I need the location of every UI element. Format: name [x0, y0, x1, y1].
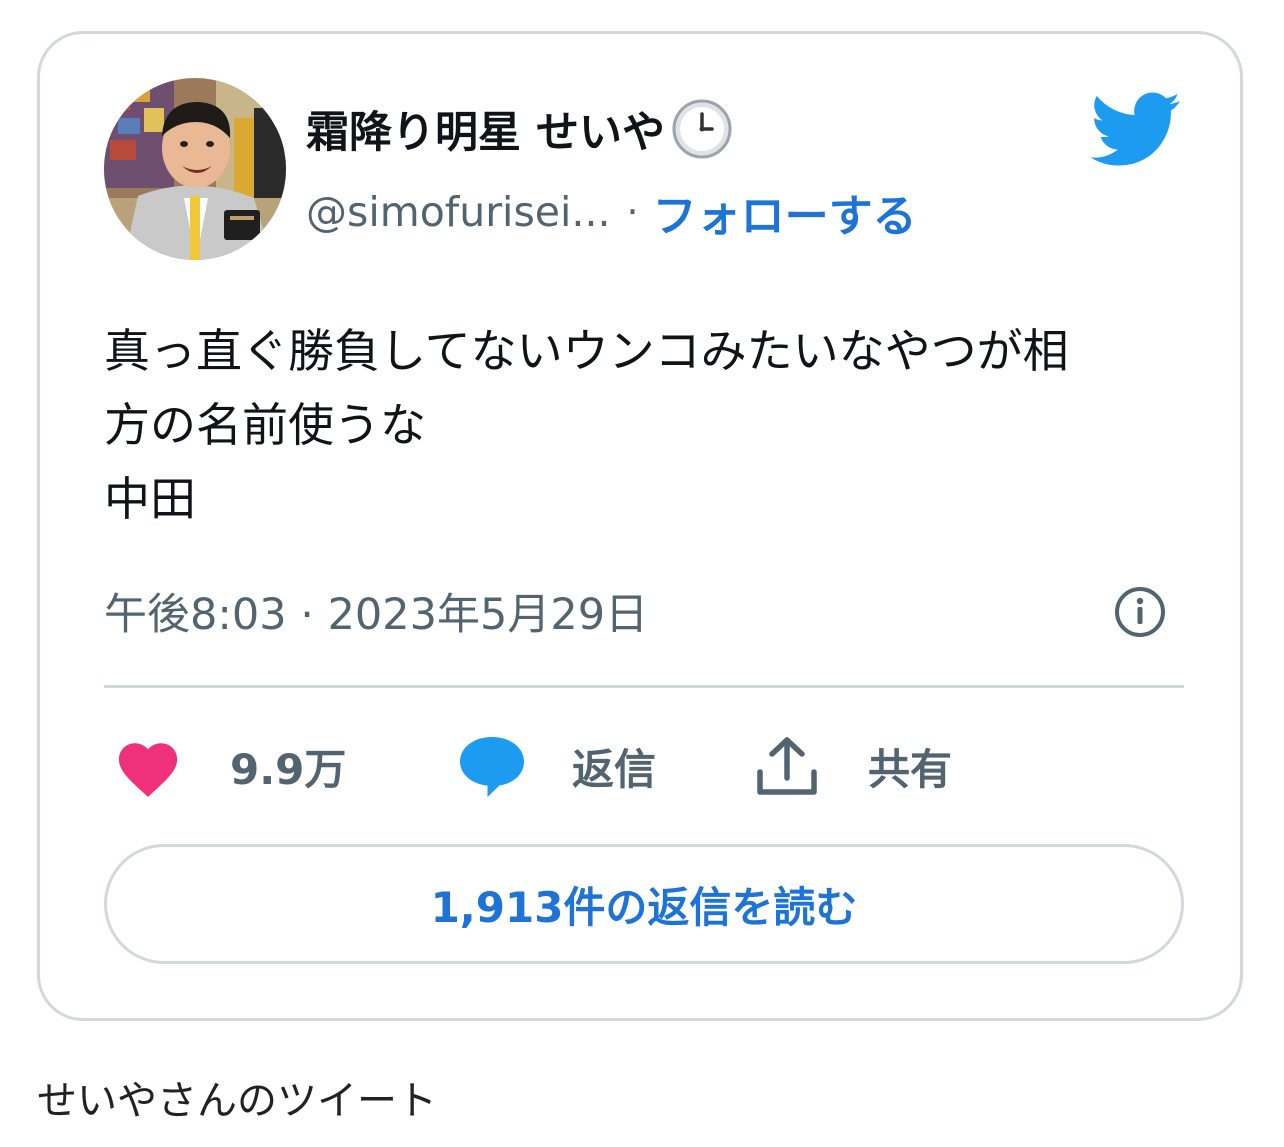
- share-label: 共有: [868, 744, 953, 794]
- tweet-text-line: 中田: [104, 472, 196, 526]
- tweet-text-line: 真っ直ぐ勝負してないウンコみたいなやつが相: [104, 324, 1069, 378]
- share-button[interactable]: 共有: [754, 730, 952, 802]
- info-icon[interactable]: [1112, 584, 1168, 640]
- avatar[interactable]: [104, 78, 286, 260]
- author-name-row: 霜降り明星 せいや: [306, 94, 733, 164]
- speech-bubble-icon: [460, 737, 524, 797]
- heart-icon: [118, 743, 178, 797]
- like-count: 9.9万: [230, 744, 347, 794]
- caption-text: せいやさんのツイート: [37, 1078, 437, 1124]
- like-button[interactable]: 9.9万: [112, 730, 346, 802]
- separator-dot: ·: [626, 190, 639, 234]
- tweet-card: 霜降り明星 せいや @simofurisei... · フォローする 真っ直ぐ勝…: [37, 31, 1243, 1021]
- share-upload-icon: [757, 737, 817, 795]
- author-handle-row: @simofurisei... · フォローする: [306, 180, 917, 244]
- tweet-text-line: 方の名前使うな: [104, 398, 426, 452]
- clock-icon: [671, 98, 733, 160]
- twitter-bird-icon[interactable]: [1090, 92, 1182, 168]
- read-replies-label: 1,913件の返信を読む: [430, 882, 858, 932]
- follow-button[interactable]: フォローする: [653, 180, 917, 244]
- reply-label: 返信: [572, 744, 657, 794]
- author-handle[interactable]: @simofurisei...: [306, 188, 611, 236]
- tweet-actions: 9.9万 返信 共有: [104, 730, 1184, 802]
- tweet-text: 真っ直ぐ勝負してないウンコみたいなやつが相 方の名前使うな 中田: [104, 314, 1194, 536]
- read-replies-button[interactable]: 1,913件の返信を読む: [104, 844, 1184, 964]
- author-display-name[interactable]: 霜降り明星 せいや: [306, 98, 665, 160]
- reply-button[interactable]: 返信: [456, 730, 656, 802]
- divider: [104, 685, 1184, 688]
- tweet-timestamp[interactable]: 午後8:03 · 2023年5月29日: [104, 580, 648, 642]
